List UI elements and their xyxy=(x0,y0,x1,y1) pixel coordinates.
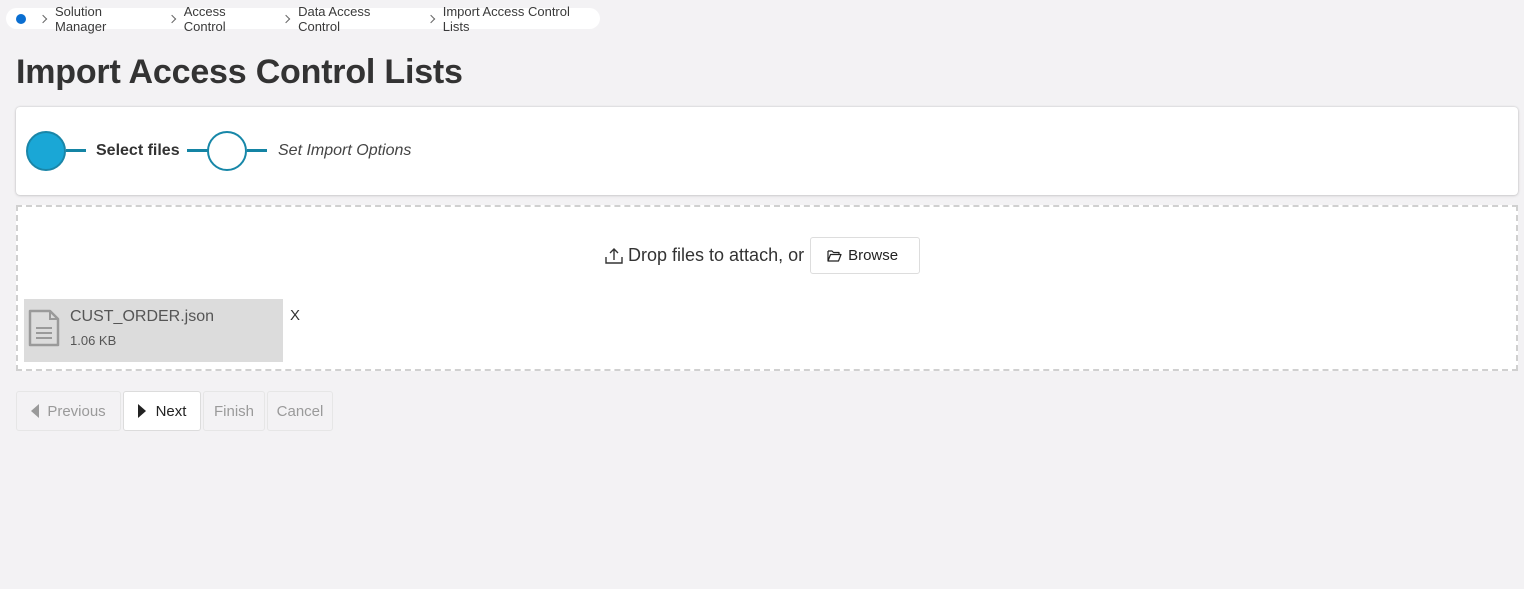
caret-right-icon xyxy=(137,404,146,418)
cancel-button[interactable]: Cancel xyxy=(267,391,333,431)
breadcrumb: Solution Manager Access Control Data Acc… xyxy=(6,4,600,34)
finish-button-label: Finish xyxy=(213,402,254,420)
wizard-steps: Select files Set Import Options xyxy=(16,107,1518,195)
step-2-indicator[interactable] xyxy=(207,131,247,171)
cancel-button-label: Cancel xyxy=(276,402,324,420)
page-title: Import Access Control Lists xyxy=(16,53,463,91)
chevron-right-icon xyxy=(38,14,48,23)
file-size: 1.06 KB xyxy=(70,333,117,348)
step-connector xyxy=(66,149,86,152)
remove-file-button[interactable]: X xyxy=(290,307,300,324)
step-1-label[interactable]: Select files xyxy=(96,142,180,160)
previous-button[interactable]: Previous xyxy=(16,391,121,431)
file-drop-zone[interactable]: Drop files to attach, or Browse CUST_ORD… xyxy=(16,205,1518,371)
breadcrumb-item-data-access-control[interactable]: Data Access Control xyxy=(298,4,416,34)
attached-file: CUST_ORDER.json 1.06 KB xyxy=(24,299,283,362)
drop-prompt-row: Drop files to attach, or Browse xyxy=(604,237,921,274)
step-connector xyxy=(187,149,208,152)
drop-prompt-text: Drop files to attach, or xyxy=(628,245,805,265)
file-name: CUST_ORDER.json xyxy=(70,308,215,325)
previous-button-label: Previous xyxy=(47,402,106,420)
next-button-label: Next xyxy=(155,402,187,420)
finish-button[interactable]: Finish xyxy=(203,391,265,431)
folder-open-icon xyxy=(827,250,842,262)
browse-button[interactable]: Browse xyxy=(810,237,921,274)
breadcrumb-item-solution-manager[interactable]: Solution Manager xyxy=(55,4,157,34)
chevron-right-icon xyxy=(281,14,291,23)
breadcrumb-item-current: Import Access Control Lists xyxy=(442,3,570,34)
chevron-right-icon xyxy=(167,14,177,23)
breadcrumb-item-access-control[interactable]: Access Control xyxy=(184,4,271,34)
document-icon xyxy=(28,309,60,347)
step-1-indicator[interactable] xyxy=(26,131,66,171)
chevron-right-icon xyxy=(426,14,435,23)
step-connector xyxy=(247,149,267,152)
browse-button-label: Browse xyxy=(848,247,899,264)
upload-icon xyxy=(605,247,623,264)
caret-left-icon xyxy=(31,404,40,418)
home-icon[interactable] xyxy=(16,13,26,24)
next-button[interactable]: Next xyxy=(123,391,201,431)
step-2-label[interactable]: Set Import Options xyxy=(278,142,411,160)
